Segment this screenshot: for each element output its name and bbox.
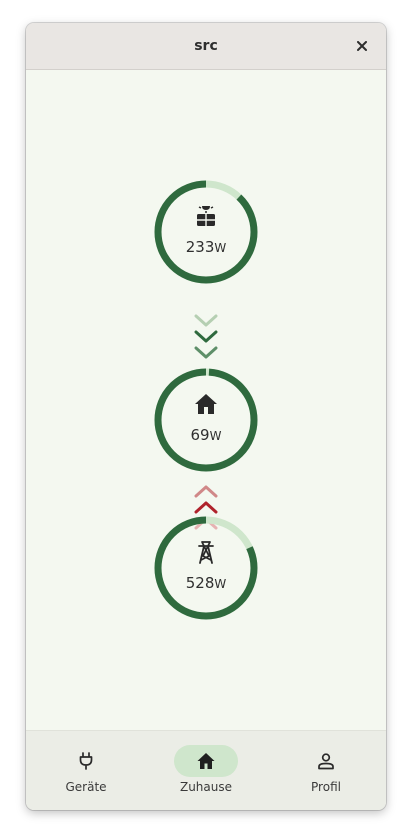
home-ring: [154, 368, 258, 472]
solar-ring: [154, 180, 258, 284]
nav-item-profil[interactable]: Profil: [266, 731, 386, 810]
home-value: 69W: [154, 426, 258, 444]
flow-arrow-up-1: [194, 485, 218, 498]
home-value-unit: W: [209, 429, 222, 443]
close-icon: [357, 41, 367, 51]
bottom-navigation: Geräte Zuhause Profil: [26, 730, 386, 810]
solar-node[interactable]: 233W: [154, 180, 258, 284]
solar-value-unit: W: [214, 241, 227, 255]
nav-label-zuhause: Zuhause: [179, 780, 233, 794]
grid-ring: [154, 516, 258, 620]
app-window: src 233W 69W 528W Geräte Zuhause Profil: [26, 23, 386, 810]
power-tower-icon: [198, 541, 214, 564]
flow-arrow-down-2: [194, 330, 218, 343]
home-icon: [195, 394, 217, 414]
flow-arrow-down-3: [194, 346, 218, 359]
nav-label-profil: Profil: [311, 780, 341, 794]
person-icon: [318, 753, 334, 770]
grid-value-unit: W: [214, 577, 227, 591]
flow-arrow-up-2: [194, 501, 218, 514]
energy-flow: 233W 69W 528W: [26, 70, 386, 730]
title-bar: src: [26, 23, 386, 70]
grid-node[interactable]: 528W: [154, 516, 258, 620]
solar-value-number: 233: [185, 238, 215, 256]
flow-arrow-down-1: [194, 314, 218, 327]
nav-label-geraete: Geräte: [65, 780, 107, 794]
plug-icon: [79, 752, 93, 770]
solar-value: 233W: [154, 238, 258, 256]
window-title: src: [194, 38, 218, 54]
home-value-number: 69: [190, 426, 210, 444]
close-button[interactable]: [352, 36, 372, 56]
grid-value: 528W: [154, 574, 258, 592]
nav-item-geraete[interactable]: Geräte: [26, 731, 146, 810]
home-icon: [197, 753, 215, 769]
grid-value-number: 528: [185, 574, 215, 592]
nav-item-zuhause[interactable]: Zuhause: [146, 731, 266, 810]
home-node[interactable]: 69W: [154, 368, 258, 472]
solar-panel-icon: [197, 206, 215, 226]
